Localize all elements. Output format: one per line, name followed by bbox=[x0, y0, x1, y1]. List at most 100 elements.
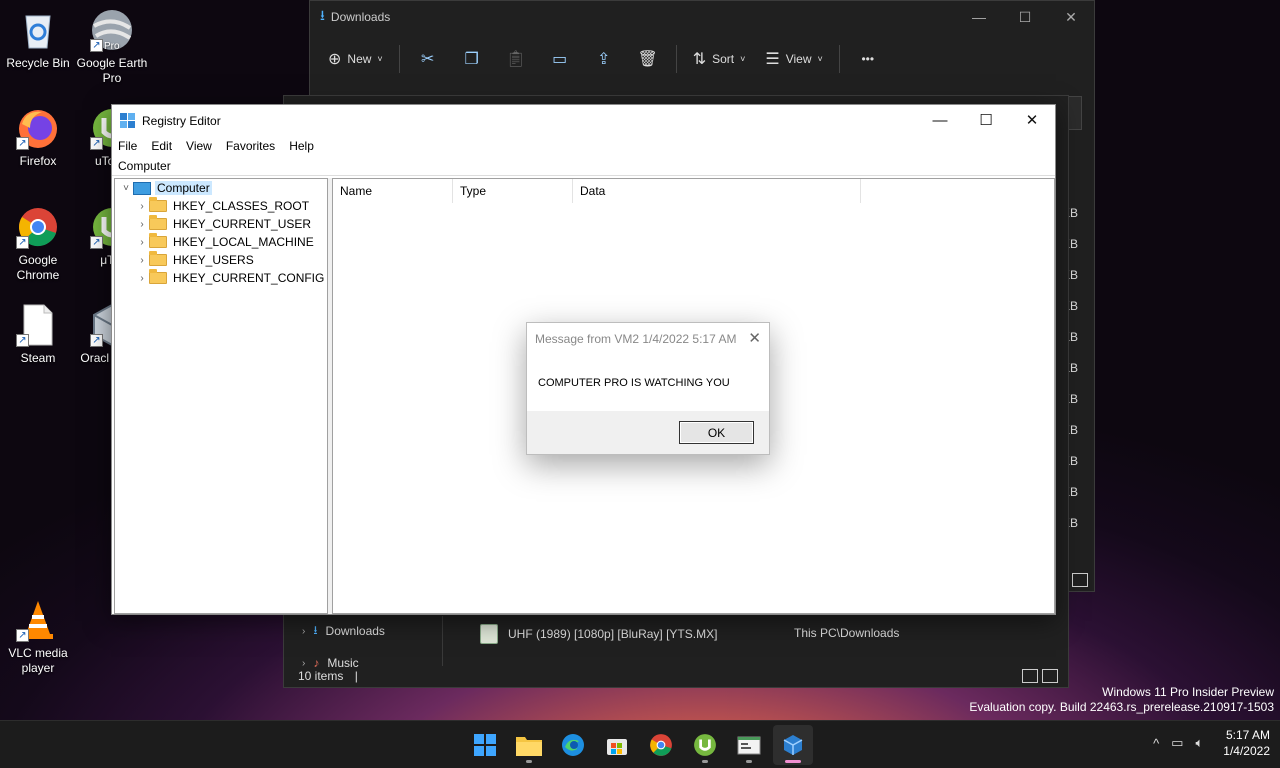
explorer-title: Downloads bbox=[330, 10, 391, 24]
close-icon[interactable]: ✕ bbox=[1009, 105, 1055, 135]
message-title: Message from VM2 1/4/2022 5:17 AM bbox=[535, 331, 737, 346]
menu-view[interactable]: View bbox=[186, 139, 212, 153]
tree-node-hive[interactable]: › HKEY_USERS bbox=[115, 251, 327, 269]
menu-file[interactable]: File bbox=[118, 139, 137, 153]
chevron-right-icon[interactable]: › bbox=[135, 237, 149, 248]
toolbar-separator bbox=[398, 45, 400, 73]
paste-button[interactable]: 📋︎ bbox=[496, 41, 536, 77]
taskbar-apps bbox=[465, 725, 813, 765]
delete-button[interactable]: 🗑︎ bbox=[628, 41, 668, 77]
desktop-icon-google-earth-pro[interactable]: ↗ Pro Google Earth Pro bbox=[74, 8, 150, 86]
chevron-right-icon[interactable]: › bbox=[135, 219, 149, 230]
close-icon[interactable]: ✕ bbox=[1048, 1, 1094, 33]
tree-node-hive[interactable]: › HKEY_CURRENT_USER bbox=[115, 215, 327, 233]
share-button[interactable]: ⇪ bbox=[584, 41, 624, 77]
folder-icon bbox=[149, 233, 167, 248]
trash-icon: 🗑︎ bbox=[637, 51, 658, 68]
details-view-icon[interactable] bbox=[1022, 669, 1038, 683]
message-dialog[interactable]: Message from VM2 1/4/2022 5:17 AM ✕ COMP… bbox=[526, 322, 770, 455]
chevron-down-icon[interactable]: ˅ bbox=[119, 183, 133, 194]
shortcut-arrow-icon: ↗ bbox=[16, 236, 29, 249]
tree-node-hive[interactable]: › HKEY_CLASSES_ROOT bbox=[115, 197, 327, 215]
desktop-icon-label: Google Chrome bbox=[16, 253, 60, 282]
folder-icon bbox=[149, 269, 167, 284]
address-path[interactable]: Computer bbox=[112, 156, 1055, 176]
file-name: UHF (1989) [1080p] [BluRay] [YTS.MX] bbox=[508, 627, 718, 641]
minimize-icon[interactable]: — bbox=[917, 105, 963, 135]
pro-badge: Pro bbox=[104, 41, 120, 52]
column-header-data[interactable]: Data bbox=[573, 179, 861, 203]
volume-muted-icon[interactable]: 🔈︎ bbox=[1195, 735, 1203, 751]
shortcut-arrow-icon: ↗ bbox=[16, 334, 29, 347]
menu-favorites[interactable]: Favorites bbox=[226, 139, 275, 153]
maximize-icon[interactable]: ☐ bbox=[963, 105, 1009, 135]
desktop-icon-google-chrome[interactable]: ↗ Google Chrome bbox=[0, 205, 76, 283]
shortcut-arrow-icon: ↗ bbox=[16, 137, 29, 150]
tree-node-hive[interactable]: › HKEY_CURRENT_CONFIG bbox=[115, 269, 327, 287]
taskbar-utorrent[interactable] bbox=[685, 725, 725, 765]
tiles-view-icon[interactable] bbox=[1042, 669, 1058, 683]
new-button[interactable]: ⊕ New ˅ bbox=[320, 41, 391, 77]
taskbar-edge[interactable] bbox=[553, 725, 593, 765]
desktop-icon-vlc[interactable]: ↗ VLC media player bbox=[0, 598, 76, 676]
chevron-up-icon[interactable]: ^ bbox=[1153, 736, 1159, 751]
taskbar-regedit[interactable] bbox=[729, 725, 769, 765]
running-indicator bbox=[702, 760, 708, 763]
close-icon[interactable]: ✕ bbox=[748, 329, 761, 347]
desktop-icon-steam[interactable]: ↗ Steam bbox=[0, 303, 76, 366]
chrome-icon bbox=[650, 734, 672, 756]
desktop-icon-recycle-bin[interactable]: Recycle Bin bbox=[0, 8, 76, 71]
status-divider: | bbox=[354, 669, 358, 683]
folder-icon bbox=[149, 197, 167, 212]
chevron-right-icon[interactable]: › bbox=[135, 201, 149, 212]
maximize-icon[interactable]: ☐ bbox=[1002, 1, 1048, 33]
column-header-name[interactable]: Name bbox=[333, 179, 453, 203]
taskbar-file-explorer[interactable] bbox=[509, 725, 549, 765]
shortcut-arrow-icon: ↗ bbox=[16, 629, 29, 642]
view-button[interactable]: ☰ View ˅ bbox=[757, 41, 830, 77]
taskbar-store[interactable] bbox=[597, 725, 637, 765]
nav-item-downloads[interactable]: › ⭳ Downloads bbox=[302, 620, 385, 642]
sort-button[interactable]: ⇅ Sort ˅ bbox=[685, 41, 754, 77]
taskbar: ^ ▭ 🔈︎ 5:17 AM 1/4/2022 bbox=[0, 720, 1280, 768]
start-icon bbox=[474, 734, 496, 756]
chevron-right-icon[interactable]: › bbox=[135, 273, 149, 284]
taskbar-vm[interactable] bbox=[773, 725, 813, 765]
clock[interactable]: 5:17 AM 1/4/2022 bbox=[1223, 727, 1270, 759]
store-icon bbox=[607, 739, 627, 755]
cut-button[interactable]: ✂ bbox=[408, 41, 448, 77]
taskbar-chrome[interactable] bbox=[641, 725, 681, 765]
start-button[interactable] bbox=[465, 725, 505, 765]
vm-icon bbox=[783, 735, 803, 755]
message-footer: OK bbox=[527, 411, 769, 454]
menu-edit[interactable]: Edit bbox=[151, 139, 172, 153]
rename-button[interactable]: ▭ bbox=[540, 41, 580, 77]
view-label: View bbox=[785, 52, 812, 66]
network-icon[interactable]: ▭ bbox=[1171, 735, 1183, 751]
computer-icon bbox=[133, 181, 151, 195]
tree-node-label: Computer bbox=[155, 181, 212, 195]
firefox-icon: ↗ bbox=[16, 106, 60, 150]
system-tray: ^ ▭ 🔈︎ 5:17 AM 1/4/2022 bbox=[1153, 727, 1270, 759]
regedit-titlebar[interactable]: Registry Editor bbox=[112, 105, 1055, 136]
layout-toggle bbox=[1022, 669, 1058, 683]
registry-tree[interactable]: ˅ Computer › HKEY_CLASSES_ROOT › HKEY_CU… bbox=[114, 178, 328, 614]
tree-node-label: HKEY_CURRENT_CONFIG bbox=[173, 271, 325, 285]
desktop-icon-firefox[interactable]: ↗ Firefox bbox=[0, 106, 76, 169]
tiles-view-icon[interactable] bbox=[1072, 573, 1088, 587]
minimize-icon[interactable]: — bbox=[956, 1, 1002, 33]
tree-node-hive[interactable]: › HKEY_LOCAL_MACHINE bbox=[115, 233, 327, 251]
column-header-type[interactable]: Type bbox=[453, 179, 573, 203]
share-icon: ⇪ bbox=[596, 51, 611, 68]
copy-button[interactable]: ❐ bbox=[452, 41, 492, 77]
new-label: New bbox=[347, 52, 372, 66]
ok-button[interactable]: OK bbox=[679, 421, 754, 444]
menu-help[interactable]: Help bbox=[289, 139, 314, 153]
toolbar-separator bbox=[675, 45, 677, 73]
nav-item-label: Music bbox=[327, 656, 359, 670]
file-row[interactable]: UHF (1989) [1080p] [BluRay] [YTS.MX] bbox=[480, 624, 717, 644]
tree-node-computer[interactable]: ˅ Computer bbox=[115, 179, 327, 197]
chevron-right-icon[interactable]: › bbox=[135, 255, 149, 266]
view-list-icon: ☰ bbox=[765, 51, 780, 68]
more-options-button[interactable]: ••• bbox=[848, 41, 888, 77]
